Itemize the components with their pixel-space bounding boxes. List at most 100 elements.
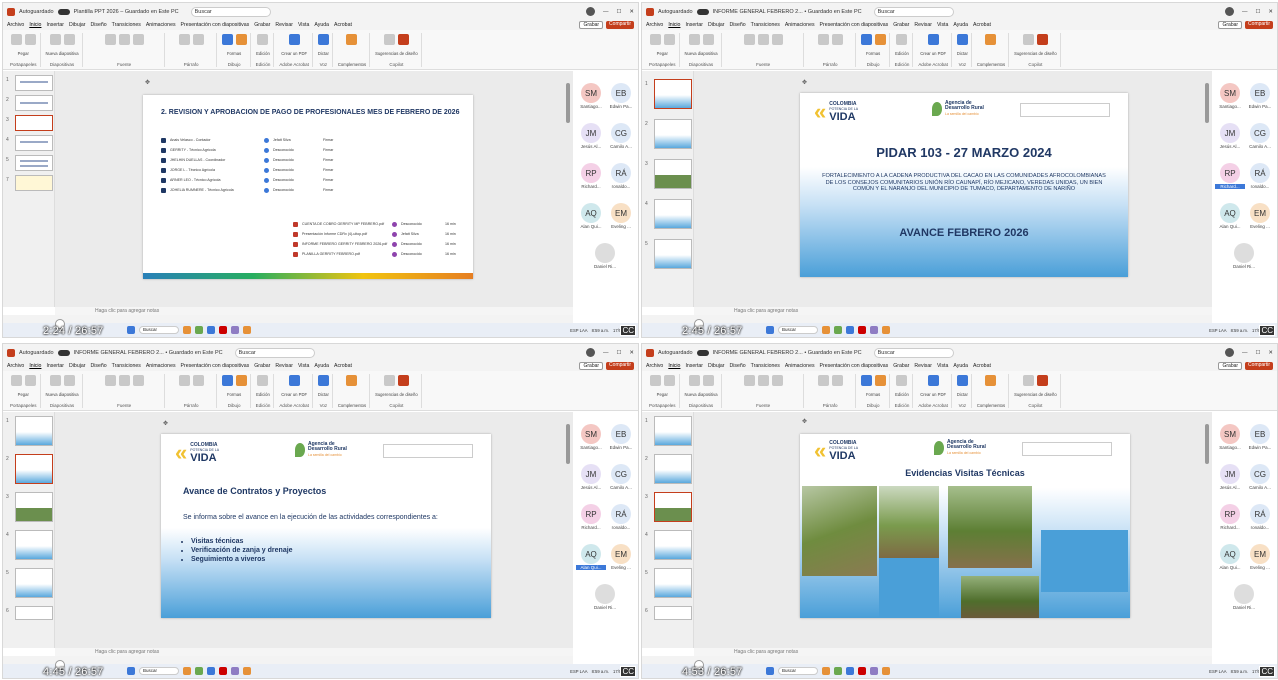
language-indicator[interactable]: ESP LAA	[570, 328, 587, 333]
menu-presentacion[interactable]: Presentación con diapositivas	[181, 22, 250, 28]
search-input[interactable]: Buscar	[873, 6, 954, 17]
user-avatar[interactable]	[585, 7, 595, 16]
bold-icon[interactable]	[104, 375, 116, 386]
taskbar-app-icon[interactable]	[882, 326, 890, 334]
taskbar-app-icon[interactable]	[195, 326, 203, 334]
find-icon[interactable]	[257, 34, 269, 45]
autosave-toggle[interactable]	[57, 8, 70, 15]
menu-vista[interactable]: Vista	[937, 363, 948, 369]
maximize-icon[interactable]: ☐	[1255, 9, 1260, 15]
taskbar-app-icon[interactable]	[219, 667, 227, 675]
participant-avatar[interactable]: RÁ	[611, 504, 631, 524]
autosave-toggle[interactable]	[696, 349, 709, 356]
maximize-icon[interactable]: ☐	[616, 350, 621, 356]
participant-avatar[interactable]: AQ	[1220, 203, 1240, 223]
align-icon[interactable]	[831, 34, 843, 45]
menu-insertar[interactable]: Insertar	[685, 363, 703, 369]
shapes-icon[interactable]	[860, 34, 872, 45]
menu-transiciones[interactable]: Transiciones	[112, 22, 141, 28]
captions-icon[interactable]: CC	[620, 325, 636, 336]
menu-revisar[interactable]: Revisar	[914, 22, 932, 28]
vertical-scrollbar[interactable]	[1205, 424, 1209, 464]
menu-animaciones[interactable]: Animaciones	[146, 22, 176, 28]
grabar-button[interactable]: Grabar	[579, 21, 604, 29]
minimize-icon[interactable]: —	[603, 350, 609, 356]
compartir-button[interactable]: Compartir	[1245, 362, 1273, 370]
slide-thumbnail[interactable]	[15, 115, 53, 131]
shapes-icon[interactable]	[221, 375, 233, 386]
menu-ayuda[interactable]: Ayuda	[953, 22, 968, 28]
windows-start-icon[interactable]	[766, 326, 774, 334]
menu-insertar[interactable]: Insertar	[46, 363, 64, 369]
menu-ayuda[interactable]: Ayuda	[314, 22, 329, 28]
vertical-scrollbar[interactable]	[566, 424, 570, 464]
participant-photo[interactable]	[595, 584, 615, 604]
paste-icon[interactable]	[10, 34, 22, 45]
bullets-icon[interactable]	[178, 375, 190, 386]
slide-thumbnail[interactable]	[654, 159, 692, 189]
menu-diseno[interactable]: Diseño	[729, 363, 745, 369]
menu-presentacion[interactable]: Presentación con diapositivas	[820, 363, 889, 369]
menu-vista[interactable]: Vista	[937, 22, 948, 28]
clock[interactable]: 8:59 a.m.	[592, 328, 609, 333]
layout-icon[interactable]	[63, 375, 75, 386]
slide-thumbnail[interactable]	[654, 416, 692, 446]
attachment-row[interactable]: CUENTA DE COBRO GERRITY MP FEBRERO.pdf De…	[293, 221, 456, 227]
menu-presentacion[interactable]: Presentación con diapositivas	[181, 363, 250, 369]
menu-animaciones[interactable]: Animaciones	[785, 363, 815, 369]
slide-thumbnail[interactable]	[15, 568, 53, 598]
new-slide-icon[interactable]	[688, 375, 700, 386]
arrange-icon[interactable]	[874, 34, 886, 45]
slide-thumbnail[interactable]	[654, 606, 692, 620]
menu-grabar[interactable]: Grabar	[254, 363, 270, 369]
participant-photo[interactable]	[595, 243, 615, 263]
copy-icon[interactable]	[24, 34, 36, 45]
taskbar-app-icon[interactable]	[183, 326, 191, 334]
italic-icon[interactable]	[118, 375, 130, 386]
grabar-button[interactable]: Grabar	[1218, 362, 1243, 370]
menu-inicio[interactable]: Inicio	[29, 22, 41, 28]
move-handle-icon[interactable]: ✥	[802, 418, 807, 425]
move-handle-icon[interactable]: ✥	[145, 79, 150, 86]
paste-icon[interactable]	[10, 375, 22, 386]
search-input[interactable]: Buscar	[190, 6, 271, 17]
participant-avatar[interactable]: RP	[1220, 504, 1240, 524]
paste-icon[interactable]	[649, 375, 661, 386]
addins-icon[interactable]	[985, 375, 997, 386]
copy-icon[interactable]	[663, 34, 675, 45]
taskbar-app-icon[interactable]	[243, 326, 251, 334]
addins-icon[interactable]	[985, 34, 997, 45]
slide-thumbnail[interactable]	[654, 239, 692, 269]
align-icon[interactable]	[192, 34, 204, 45]
user-avatar[interactable]	[585, 348, 595, 357]
designer-icon[interactable]	[1022, 375, 1034, 386]
participant-photo[interactable]	[1234, 584, 1254, 604]
paste-icon[interactable]	[649, 34, 661, 45]
microphone-icon[interactable]	[956, 375, 968, 386]
participant-avatar[interactable]: AQ	[1220, 544, 1240, 564]
grabar-button[interactable]: Grabar	[579, 362, 604, 370]
slide-thumbnail[interactable]	[15, 416, 53, 446]
participant-avatar[interactable]: SM	[1220, 83, 1240, 103]
user-avatar[interactable]	[1224, 348, 1234, 357]
new-slide-icon[interactable]	[49, 34, 61, 45]
slide-thumbnail[interactable]	[654, 454, 692, 484]
slide-thumbnail[interactable]	[15, 492, 53, 522]
file-row[interactable]: JHELHIN DUELLAS - Coordinador Desconocido…	[161, 157, 333, 163]
participant-avatar[interactable]: EM	[611, 544, 631, 564]
file-row[interactable]: GERRITY - Técnico Agrícola Desconocido Fir…	[161, 147, 333, 153]
microphone-icon[interactable]	[956, 34, 968, 45]
pdf-icon[interactable]	[288, 375, 300, 386]
clock[interactable]: 8:59 a.m.	[1231, 669, 1248, 674]
menu-dibujar[interactable]: Dibujar	[69, 22, 85, 28]
menu-dibujar[interactable]: Dibujar	[69, 363, 85, 369]
taskbar-app-icon[interactable]	[870, 326, 878, 334]
slide-thumbnail[interactable]	[15, 135, 53, 151]
arrange-icon[interactable]	[235, 34, 247, 45]
menu-archivo[interactable]: Archivo	[7, 363, 24, 369]
slide-thumbnail[interactable]	[15, 155, 53, 171]
menu-diseno[interactable]: Diseño	[90, 363, 106, 369]
taskbar-search[interactable]: Buscar	[139, 326, 179, 334]
menu-transiciones[interactable]: Transiciones	[751, 363, 780, 369]
windows-start-icon[interactable]	[127, 326, 135, 334]
